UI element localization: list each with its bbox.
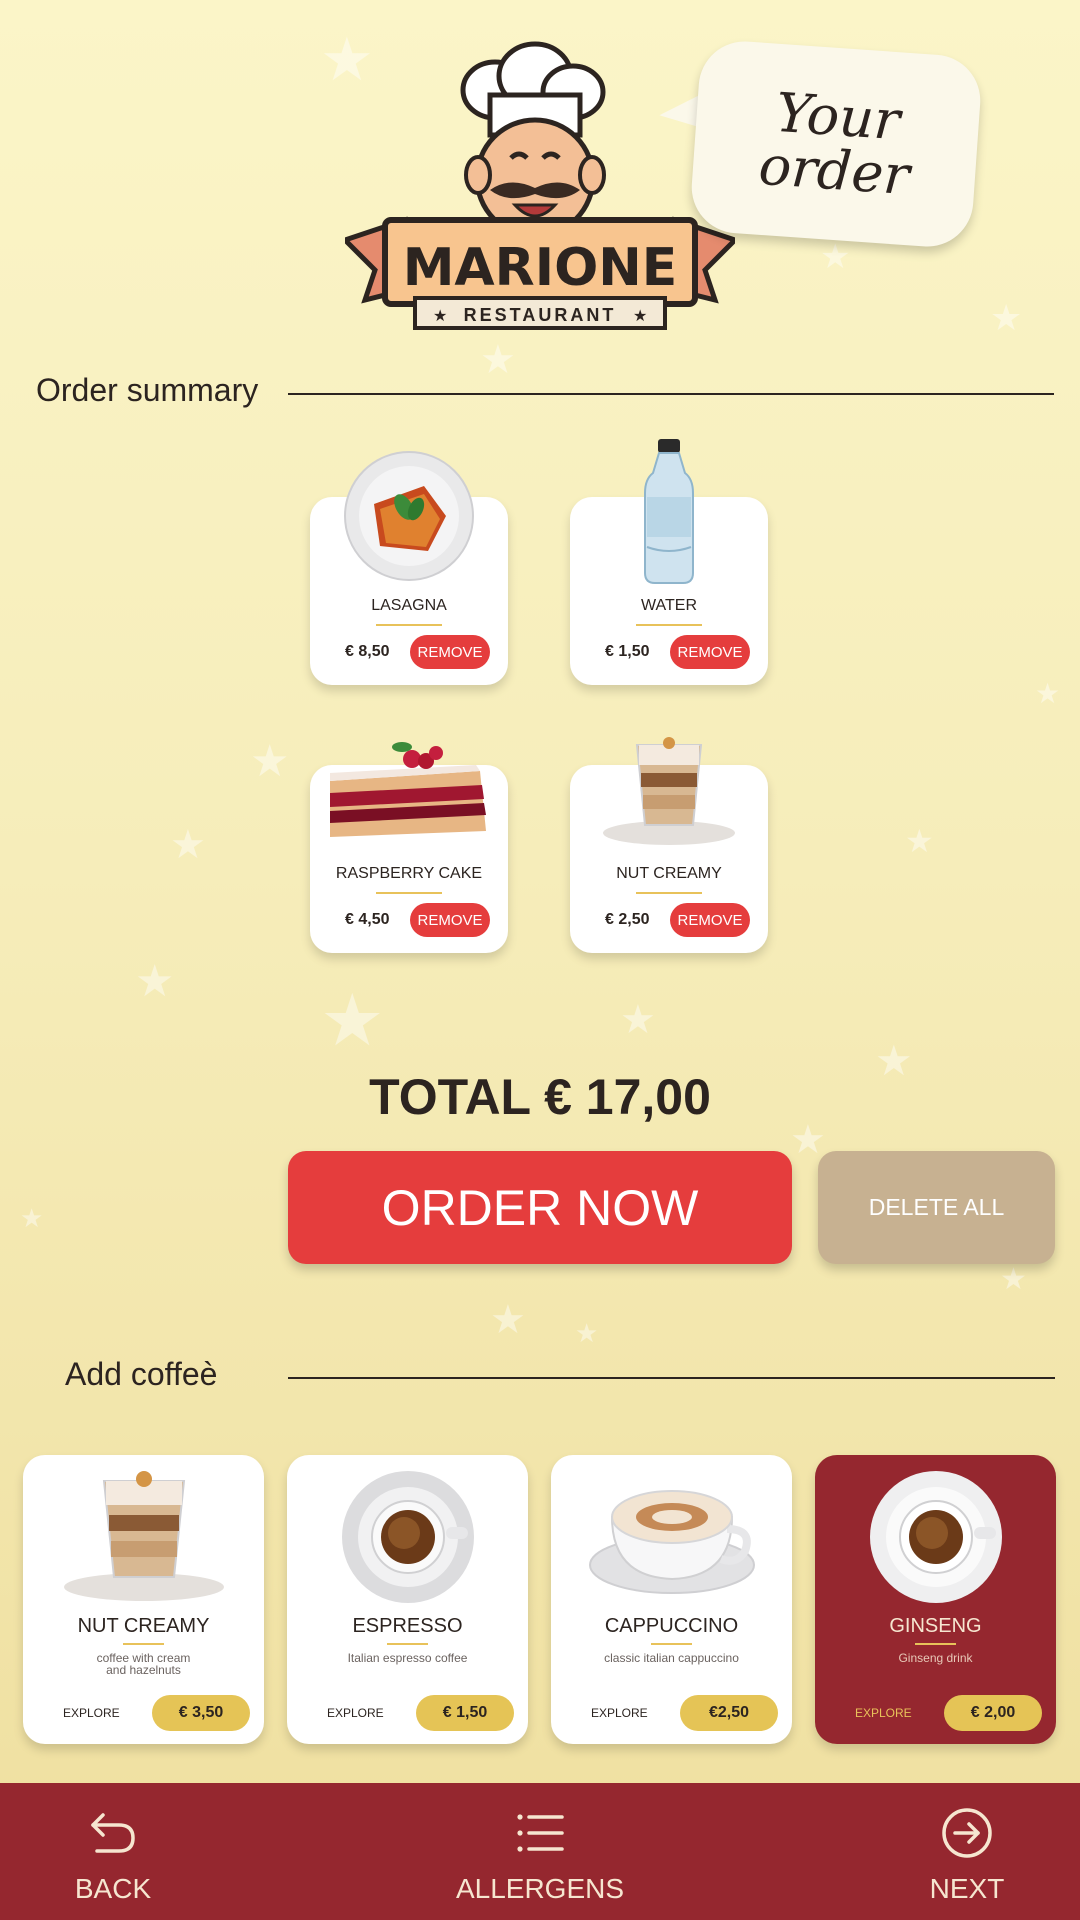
allergens-label: ALLERGENS [455, 1873, 625, 1904]
order-item-card: NUT CREAMY € 2,50 REMOVE [570, 737, 768, 953]
background-star: ★ [1035, 678, 1061, 709]
divider [123, 1643, 164, 1645]
explore-link[interactable]: EXPLORE [591, 1706, 648, 1720]
back-button[interactable]: BACK [46, 1783, 180, 1920]
list-icon [517, 1814, 564, 1852]
remove-button[interactable]: REMOVE [410, 903, 490, 937]
order-item-card: LASAGNA € 8,50 REMOVE [310, 451, 508, 685]
bottom-nav-bar: BACK ALLERGENS NEXT [0, 1783, 1080, 1920]
marione-restaurant-logo: MARIONE RESTAURANT ★ ★ [345, 41, 735, 330]
order-total: TOTAL € 17,00 [369, 1069, 711, 1125]
svg-text:MARIONE: MARIONE [403, 238, 678, 298]
price-button[interactable]: € 3,50 [152, 1695, 250, 1731]
coffee-name: NUT CREAMY [77, 1615, 210, 1637]
price-button[interactable]: € 1,50 [416, 1695, 514, 1731]
coffee-name: GINSENG [889, 1615, 982, 1637]
background-star: ★ [170, 823, 206, 867]
next-arrow-circle-icon [942, 1808, 992, 1858]
back-arrow-icon [91, 1813, 135, 1853]
order-item-price: € 1,50 [605, 643, 650, 660]
speech-bubble: Your order [688, 38, 984, 250]
remove-button[interactable]: REMOVE [670, 635, 750, 669]
background-star: ★ [905, 823, 934, 859]
background-star: ★ [135, 957, 175, 1006]
coffee-card-nut-creamy[interactable]: NUT CREAMY coffee with cream and hazelnu… [23, 1455, 264, 1744]
section-divider [288, 393, 1054, 395]
svg-text:★: ★ [433, 308, 447, 325]
cappuccino-cup-icon [588, 1490, 755, 1594]
remove-button[interactable]: REMOVE [410, 635, 490, 669]
coffee-description: Ginseng drink [898, 1651, 973, 1665]
coffee-card-cappuccino[interactable]: CAPPUCCINO classic italian cappuccino EX… [551, 1455, 792, 1744]
nut-creamy-glass-icon [603, 737, 735, 845]
order-now-button[interactable]: ORDER NOW [288, 1151, 792, 1264]
svg-text:★: ★ [633, 308, 647, 325]
background-star: ★ [575, 1318, 599, 1348]
delete-all-button[interactable]: DELETE ALL [818, 1151, 1055, 1264]
divider [376, 624, 442, 626]
divider [915, 1643, 956, 1645]
divider [636, 624, 702, 626]
explore-link[interactable]: EXPLORE [63, 1706, 120, 1720]
allergens-button[interactable]: ALLERGENS [440, 1783, 640, 1920]
coffee-card-ginseng[interactable]: GINSENG Ginseng drink EXPLORE € 2,00 [815, 1455, 1056, 1744]
coffee-description: coffee with cream and hazelnuts [96, 1651, 191, 1677]
coffee-description: Italian espresso coffee [347, 1651, 468, 1665]
next-label: NEXT [929, 1873, 1005, 1904]
divider [376, 892, 442, 894]
bubble-title: Your order [756, 80, 912, 208]
water-bottle-icon [644, 439, 694, 584]
order-summary-title: Order summary [36, 372, 259, 408]
lasagna-plate-icon [344, 451, 474, 581]
order-item-name: WATER [641, 597, 697, 614]
price-button[interactable]: €2,50 [680, 1695, 778, 1731]
background-star: ★ [990, 297, 1023, 338]
explore-link[interactable]: EXPLORE [855, 1706, 912, 1720]
order-item-card: RASPBERRY CAKE € 4,50 REMOVE [310, 742, 508, 953]
background-star: ★ [320, 981, 385, 1061]
order-item-name: RASPBERRY CAKE [335, 865, 483, 882]
order-item-price: € 2,50 [605, 911, 650, 928]
coffee-card-espresso[interactable]: ESPRESSO Italian espresso coffee EXPLORE… [287, 1455, 528, 1744]
svg-text:RESTAURANT: RESTAURANT [464, 305, 617, 325]
coffee-description: classic italian cappuccino [604, 1651, 739, 1665]
order-item-name: LASAGNA [371, 597, 447, 614]
next-button[interactable]: NEXT [900, 1783, 1034, 1920]
nut-creamy-glass-icon [63, 1471, 224, 1601]
background-star: ★ [1000, 1263, 1027, 1296]
divider [387, 1643, 428, 1645]
background-star: ★ [820, 238, 851, 276]
background-star: ★ [250, 737, 290, 786]
background-star: ★ [480, 338, 516, 382]
remove-button[interactable]: REMOVE [670, 903, 750, 937]
order-item-name: NUT CREAMY [616, 865, 722, 882]
coffee-name: ESPRESSO [352, 1615, 463, 1637]
add-coffee-title: Add coffeè [65, 1356, 218, 1392]
explore-link[interactable]: EXPLORE [327, 1706, 384, 1720]
order-item-price: € 8,50 [345, 643, 390, 660]
order-item-price: € 4,50 [345, 911, 390, 928]
espresso-cup-icon [341, 1471, 474, 1603]
background-star: ★ [620, 998, 656, 1042]
ginseng-cup-icon [869, 1471, 1002, 1603]
background-star: ★ [790, 1118, 826, 1162]
section-divider [288, 1377, 1055, 1379]
back-label: BACK [74, 1873, 152, 1904]
coffee-name: CAPPUCCINO [604, 1615, 739, 1637]
background-star: ★ [20, 1203, 44, 1233]
background-star: ★ [490, 1298, 526, 1342]
divider [651, 1643, 692, 1645]
price-button[interactable]: € 2,00 [944, 1695, 1042, 1731]
raspberry-cake-slice-icon [330, 742, 486, 837]
divider [636, 892, 702, 894]
order-item-card: WATER € 1,50 REMOVE [570, 439, 768, 685]
